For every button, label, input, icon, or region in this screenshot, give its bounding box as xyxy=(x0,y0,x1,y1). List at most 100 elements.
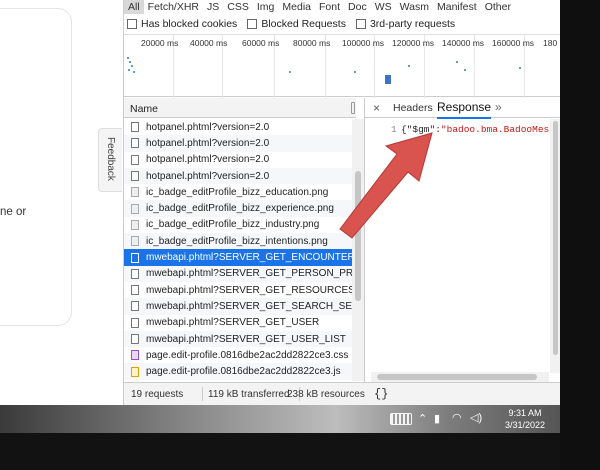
checkbox-blocked-requests[interactable]: Blocked Requests xyxy=(247,18,346,30)
timeline-tick-label: 40000 ms xyxy=(190,38,228,48)
request-row[interactable]: mwebapi.phtml?SERVER_GET_ENCOUNTERS xyxy=(124,249,352,266)
document-icon xyxy=(131,122,139,133)
timeline-tick-label: 140000 ms xyxy=(442,38,485,48)
keyboard-icon[interactable] xyxy=(390,413,412,425)
timeline-request-mark xyxy=(133,71,135,73)
request-row[interactable]: ic_badge_editProfile_bizz_experience.png xyxy=(124,200,352,217)
name-column-label: Name xyxy=(130,103,159,115)
transferred-size: 119 kB transferred xyxy=(208,389,290,400)
devtools-network-panel: All Fetch/XHR JS CSS Img Media Font Doc WS Wasm Ma… xyxy=(123,0,576,405)
filter-media[interactable]: Media xyxy=(278,0,315,14)
request-row[interactable]: page.edit-profile.0816dbe2ac2dd2822ce3.c… xyxy=(124,347,352,363)
scrollbar-thumb[interactable] xyxy=(355,171,361,301)
request-row[interactable]: ic_badge_editProfile_bizz_intentions.png xyxy=(124,233,352,250)
request-row[interactable]: hotpanel.phtml?version=2.0 xyxy=(124,167,352,185)
request-row[interactable]: hotpanel.phtml?version=2.0 xyxy=(124,152,352,168)
response-body[interactable]: 1 {"$gm":"badoo.bma.BadooMess xyxy=(365,119,561,373)
request-name: page.edit-profile.0816dbe2ac2dd2822ce3.c… xyxy=(146,349,349,361)
tab-response[interactable]: Response xyxy=(437,100,492,119)
network-status-bar: 19 requests 119 kB transferred 238 kB re… xyxy=(124,382,561,405)
screenshot-stage: ne or Feedback All Fetch/XHR JS CSS Img Media… xyxy=(0,0,600,470)
volume-icon[interactable]: ◁) xyxy=(470,411,482,424)
request-row[interactable]: hotpanel.phtml?version=2.0 xyxy=(124,135,352,152)
checkbox-box[interactable] xyxy=(127,19,137,29)
document-icon xyxy=(131,252,139,263)
timeline-request-mark xyxy=(408,65,410,67)
tab-headers[interactable]: Headers xyxy=(393,102,433,114)
web-page-area: ne or Feedback xyxy=(0,0,123,405)
request-name: mwebapi.phtml?SERVER_GET_ENCOUNTERS xyxy=(146,252,352,264)
request-row[interactable]: ic_badge_editProfile_bizz_industry.png xyxy=(124,217,352,233)
request-row[interactable]: mwebapi.phtml?SERVER_GET_SEARCH_SETTINGS xyxy=(124,298,352,315)
json-key: {"$gm": xyxy=(401,124,441,135)
filter-js[interactable]: JS xyxy=(203,0,223,14)
timeline-tick-label: 180 xyxy=(543,38,558,48)
filter-wasm[interactable]: Wasm xyxy=(396,0,433,14)
filter-other[interactable]: Other xyxy=(481,0,515,14)
wifi-icon[interactable]: ◠ xyxy=(452,411,462,424)
request-row[interactable]: mwebapi.phtml?SERVER_GET_RESOURCES xyxy=(124,282,352,298)
request-row[interactable]: mwebapi.phtml?SERVER_GET_PERSON_PROFILE_… xyxy=(124,265,352,282)
timeline-tick-label: 20000 ms xyxy=(141,38,179,48)
feedback-tab[interactable]: Feedback xyxy=(98,128,122,192)
request-name: mwebapi.phtml?SERVER_GET_USER_LIST xyxy=(146,333,346,345)
image-file-icon xyxy=(131,236,139,247)
filter-ws[interactable]: WS xyxy=(371,0,396,14)
card-text: ne or xyxy=(0,206,27,218)
close-details-button[interactable]: × xyxy=(373,101,380,115)
request-row[interactable]: mwebapi.phtml?SERVER_GET_USER_LIST xyxy=(124,330,352,348)
request-list-scrollbar[interactable] xyxy=(352,119,364,381)
image-file-icon xyxy=(131,187,139,198)
checkbox-box[interactable] xyxy=(247,19,258,29)
request-name: ic_badge_editProfile_bizz_intentions.png xyxy=(146,235,328,247)
checkbox-third-party-requests[interactable]: 3rd-party requests xyxy=(355,18,455,30)
image-file-icon xyxy=(131,203,139,214)
more-tabs-chevron-icon[interactable]: » xyxy=(495,100,502,114)
timeline-tick-label: 60000 ms xyxy=(242,38,280,48)
filter-css[interactable]: CSS xyxy=(223,0,253,14)
checkbox-box[interactable] xyxy=(355,19,366,29)
request-name: hotpanel.phtml?version=2.0 xyxy=(146,170,270,182)
checkbox-label: Blocked Requests xyxy=(261,18,346,30)
document-icon xyxy=(131,138,139,149)
timeline-tick-label: 160000 ms xyxy=(492,38,535,48)
clock-time: 9:31 AM xyxy=(508,408,542,418)
network-timeline-overview[interactable]: 20000 ms 40000 ms 60000 ms 80000 ms 100000 m… xyxy=(124,34,576,98)
timeline-tick-label: 80000 ms xyxy=(293,38,331,48)
scrollbar-thumb[interactable] xyxy=(553,121,558,355)
battery-icon[interactable]: ▮ xyxy=(434,412,440,425)
response-code-line[interactable]: {"$gm":"badoo.bma.BadooMess xyxy=(401,124,555,135)
divider xyxy=(202,387,203,401)
js-file-icon xyxy=(131,366,139,377)
filter-img[interactable]: Img xyxy=(253,0,279,14)
column-resize-handle[interactable] xyxy=(351,102,355,114)
dark-margin xyxy=(560,0,600,470)
request-name: page.edit-profile.0816dbe2ac2dd2822ce3.j… xyxy=(146,366,341,378)
pretty-print-button[interactable]: {} xyxy=(374,387,388,401)
request-name: hotpanel.phtml?version=2.0 xyxy=(146,137,270,149)
checkbox-has-blocked-cookies[interactable]: Has blocked cookies xyxy=(127,18,237,30)
request-row[interactable]: mwebapi.phtml?SERVER_GET_USER xyxy=(124,315,352,331)
document-icon xyxy=(131,285,139,296)
name-column-header[interactable]: Name xyxy=(124,98,356,118)
document-icon xyxy=(131,334,139,344)
image-file-icon xyxy=(131,219,139,230)
document-icon xyxy=(131,171,139,182)
taskbar-clock[interactable]: 9:31 AM 3/31/2022 xyxy=(505,407,545,431)
filter-doc[interactable]: Doc xyxy=(344,0,371,14)
timeline-request-mark xyxy=(385,75,391,84)
timeline-request-mark xyxy=(464,69,466,71)
filter-fetch-xhr[interactable]: Fetch/XHR xyxy=(144,0,203,14)
document-icon xyxy=(131,317,139,328)
filter-manifest[interactable]: Manifest xyxy=(433,0,481,14)
request-row[interactable]: hotpanel.phtml?version=2.0 xyxy=(124,119,352,135)
checkbox-label: Has blocked cookies xyxy=(141,18,238,30)
filter-all[interactable]: All xyxy=(124,0,144,14)
response-horizontal-scrollbar[interactable] xyxy=(371,372,549,382)
request-row[interactable]: ic_badge_editProfile_bizz_education.png xyxy=(124,184,352,200)
scrollbar-thumb[interactable] xyxy=(377,374,537,380)
timeline-request-mark xyxy=(131,65,133,67)
request-row[interactable]: page.edit-profile.0816dbe2ac2dd2822ce3.j… xyxy=(124,363,352,380)
filter-font[interactable]: Font xyxy=(315,0,344,14)
chevron-up-icon[interactable]: ⌃ xyxy=(418,412,427,425)
